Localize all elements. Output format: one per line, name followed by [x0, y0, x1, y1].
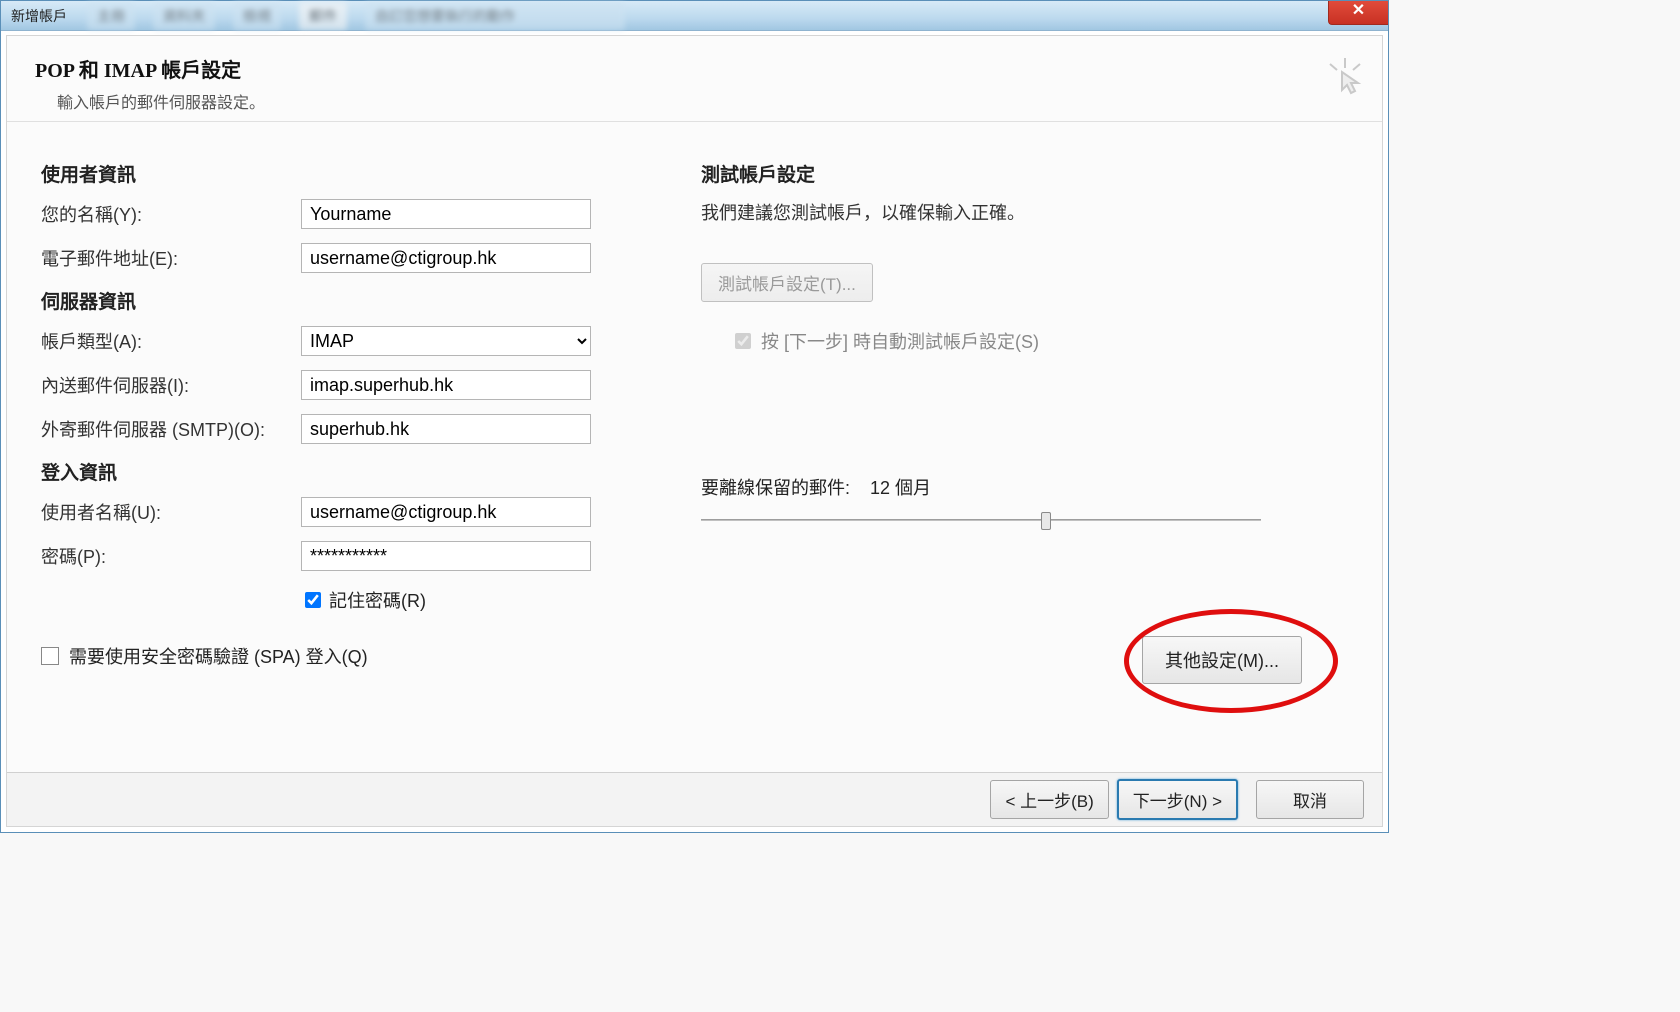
- email-label: 電子郵件地址(E):: [41, 245, 301, 271]
- test-account-button[interactable]: 測試帳戶設定(T)...: [701, 263, 873, 302]
- auto-test-label: 按 [下一步] 時自動測試帳戶設定(S): [761, 328, 1039, 354]
- offline-slider[interactable]: [701, 510, 1261, 530]
- account-type-label: 帳戶類型(A):: [41, 328, 301, 354]
- outgoing-server-input[interactable]: [301, 414, 591, 444]
- next-button[interactable]: 下一步(N) >: [1117, 779, 1238, 820]
- password-input[interactable]: [301, 541, 591, 571]
- offline-label: 要離線保留的郵件:: [701, 478, 850, 498]
- incoming-server-label: 內送郵件伺服器(I):: [41, 372, 301, 398]
- cursor-icon: [1328, 58, 1362, 104]
- left-column: 使用者資訊 您的名稱(Y): 電子郵件地址(E): 伺服器資訊 帳戶類型(A):: [41, 148, 661, 669]
- user-info-heading: 使用者資訊: [41, 160, 661, 187]
- window-title: 新增帳戶: [11, 6, 67, 26]
- password-label: 密碼(P):: [41, 543, 301, 569]
- cancel-button[interactable]: 取消: [1256, 780, 1364, 819]
- add-account-dialog: 新增帳戶 主冊資料夾檢視 郵件 自訂您想要執行的動作 ✕ POP 和 IMAP …: [0, 0, 1389, 833]
- close-button[interactable]: ✕: [1328, 1, 1388, 25]
- right-column: 測試帳戶設定 我們建議您測試帳戶，以確保輸入正確。 測試帳戶設定(T)... 按…: [701, 148, 1348, 669]
- email-input[interactable]: [301, 243, 591, 273]
- server-info-heading: 伺服器資訊: [41, 287, 661, 314]
- wizard-footer: < 上一步(B) 下一步(N) > 取消: [7, 772, 1382, 826]
- ribbon-blur: 主冊資料夾檢視 郵件 自訂您想要執行的動作: [87, 2, 625, 30]
- back-button[interactable]: < 上一步(B): [990, 780, 1108, 819]
- account-type-select[interactable]: IMAP: [301, 326, 591, 356]
- name-label: 您的名稱(Y):: [41, 201, 301, 227]
- name-input[interactable]: [301, 199, 591, 229]
- remember-password-checkbox[interactable]: [305, 592, 321, 608]
- incoming-server-input[interactable]: [301, 370, 591, 400]
- outgoing-server-label: 外寄郵件伺服器 (SMTP)(O):: [41, 416, 301, 442]
- wizard-subtitle: 輸入帳戶的郵件伺服器設定。: [57, 89, 1354, 113]
- username-label: 使用者名稱(U):: [41, 499, 301, 525]
- test-account-heading: 測試帳戶設定: [701, 160, 1348, 187]
- more-settings-button[interactable]: 其他設定(M)...: [1142, 636, 1302, 684]
- offline-value: 12 個月: [870, 478, 931, 498]
- slider-thumb[interactable]: [1041, 512, 1051, 530]
- remember-password-label: 記住密碼(R): [329, 587, 426, 613]
- test-account-desc: 我們建議您測試帳戶，以確保輸入正確。: [701, 199, 1348, 225]
- content-panel: POP 和 IMAP 帳戶設定 輸入帳戶的郵件伺服器設定。: [6, 35, 1383, 827]
- spa-checkbox[interactable]: [41, 647, 59, 665]
- login-info-heading: 登入資訊: [41, 458, 661, 485]
- wizard-header: POP 和 IMAP 帳戶設定 輸入帳戶的郵件伺服器設定。: [7, 36, 1382, 122]
- username-input[interactable]: [301, 497, 591, 527]
- close-icon: ✕: [1352, 2, 1365, 19]
- auto-test-checkbox[interactable]: [735, 333, 751, 349]
- titlebar: 新增帳戶 主冊資料夾檢視 郵件 自訂您想要執行的動作 ✕: [1, 1, 1388, 31]
- spa-label: 需要使用安全密碼驗證 (SPA) 登入(Q): [69, 643, 368, 669]
- wizard-title: POP 和 IMAP 帳戶設定: [35, 54, 1354, 83]
